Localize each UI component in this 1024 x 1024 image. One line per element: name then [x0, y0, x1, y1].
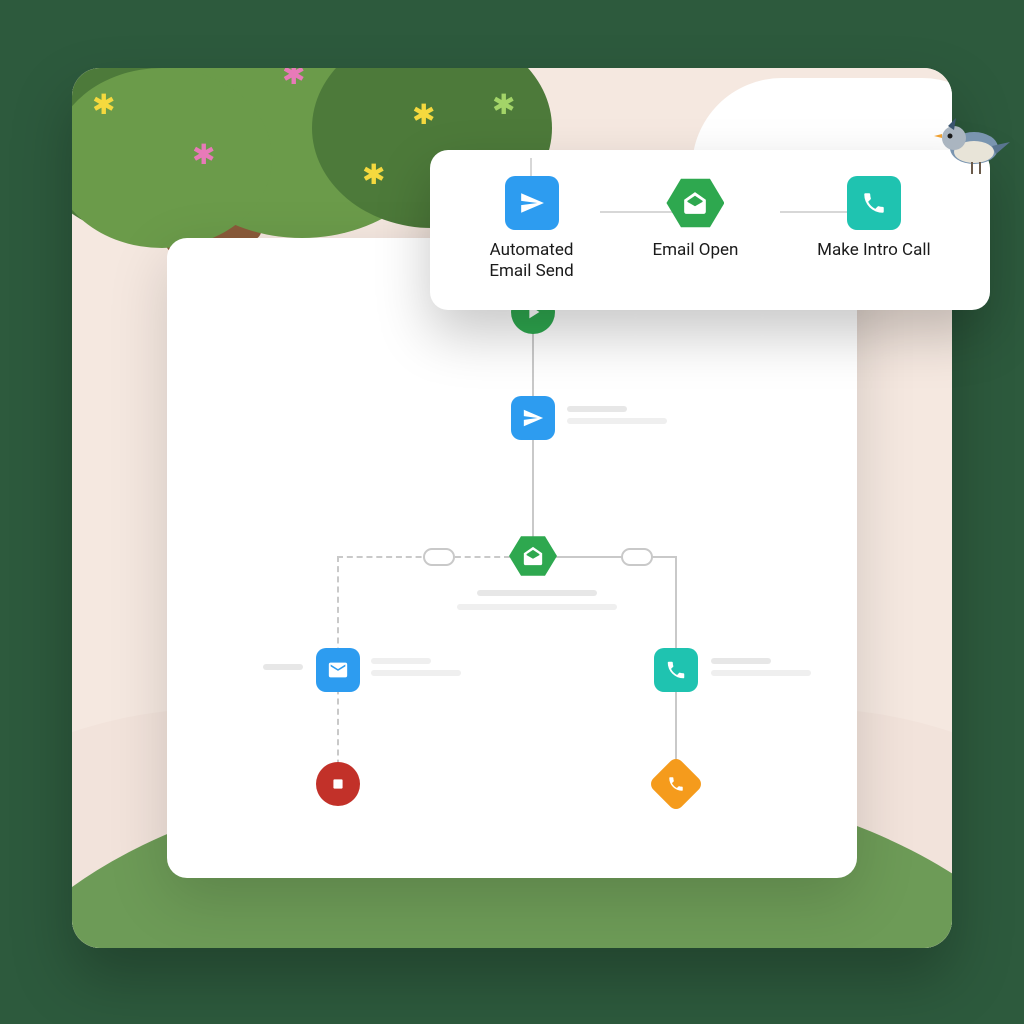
mail-open-icon [522, 545, 544, 567]
detail-card: Automated Email Send Email Open Make Int… [430, 150, 990, 310]
placeholder-text [567, 418, 667, 424]
detail-node-open [666, 176, 724, 230]
node-send-reminder[interactable] [316, 648, 360, 692]
bird-decoration [924, 108, 1014, 178]
placeholder-text [477, 590, 597, 596]
node-call[interactable] [654, 648, 698, 692]
mail-icon [327, 659, 349, 681]
placeholder-text [371, 670, 461, 676]
connector-line [556, 556, 676, 558]
mail-open-icon [682, 190, 708, 216]
detail-label: Make Intro Call [817, 240, 930, 284]
placeholder-text [371, 658, 431, 664]
detail-label: Automated Email Send [489, 240, 573, 284]
placeholder-text [263, 664, 303, 670]
node-call-decision[interactable] [648, 756, 705, 813]
phone-icon [861, 190, 887, 216]
branch-button-left[interactable] [423, 548, 455, 566]
detail-label: Email Open [652, 240, 738, 284]
placeholder-text [711, 670, 811, 676]
node-stop[interactable] [316, 762, 360, 806]
phone-icon [667, 775, 685, 793]
node-email-open[interactable] [509, 534, 557, 578]
detail-item-call[interactable]: Make Intro Call [817, 176, 930, 284]
send-icon [519, 190, 545, 216]
detail-item-send[interactable]: Automated Email Send [489, 176, 573, 284]
detail-node-call [847, 176, 901, 230]
placeholder-text [457, 604, 617, 610]
placeholder-text [567, 406, 627, 412]
send-icon [522, 407, 544, 429]
flowchart-panel [167, 238, 857, 878]
bird-icon [924, 108, 1014, 178]
phone-icon [665, 659, 687, 681]
branch-button-right[interactable] [621, 548, 653, 566]
placeholder-text [711, 658, 771, 664]
node-send-email[interactable] [511, 396, 555, 440]
detail-node-send [505, 176, 559, 230]
flowchart [167, 238, 857, 878]
detail-item-open[interactable]: Email Open [652, 176, 738, 284]
stop-icon [327, 773, 349, 795]
